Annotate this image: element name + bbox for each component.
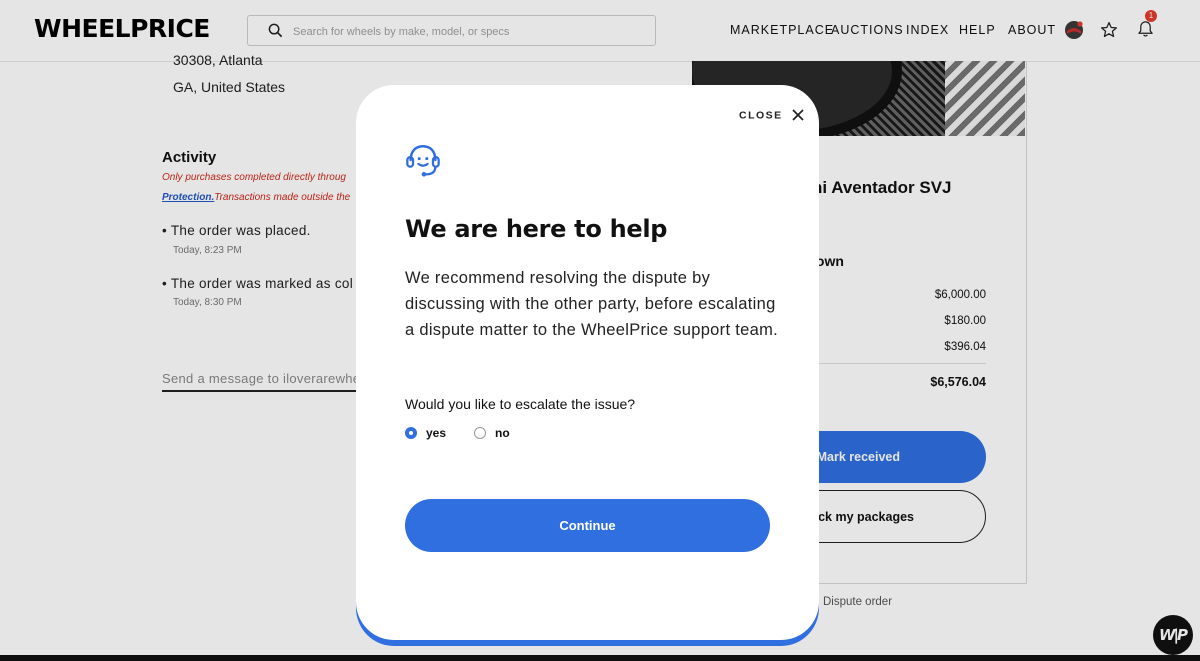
radio-yes-label: yes xyxy=(426,426,447,440)
escalate-question: Would you like to escalate the issue? xyxy=(405,396,636,412)
close-button[interactable]: CLOSE xyxy=(739,107,805,122)
modal-description: We recommend resolving the dispute by di… xyxy=(405,269,778,339)
radio-yes[interactable]: yes xyxy=(405,426,450,440)
radio-no-label: no xyxy=(495,426,510,440)
continue-button[interactable]: Continue xyxy=(405,499,770,552)
help-modal: CLOSE We are here to help We recommend r… xyxy=(356,85,819,640)
close-label: CLOSE xyxy=(739,109,783,122)
close-icon xyxy=(792,109,805,122)
modal-title: We are here to help xyxy=(405,215,668,243)
support-agent-icon xyxy=(406,145,440,177)
radio-no-indicator[interactable] xyxy=(474,427,486,439)
radio-no[interactable]: no xyxy=(474,426,514,440)
radio-yes-indicator[interactable] xyxy=(405,427,417,439)
